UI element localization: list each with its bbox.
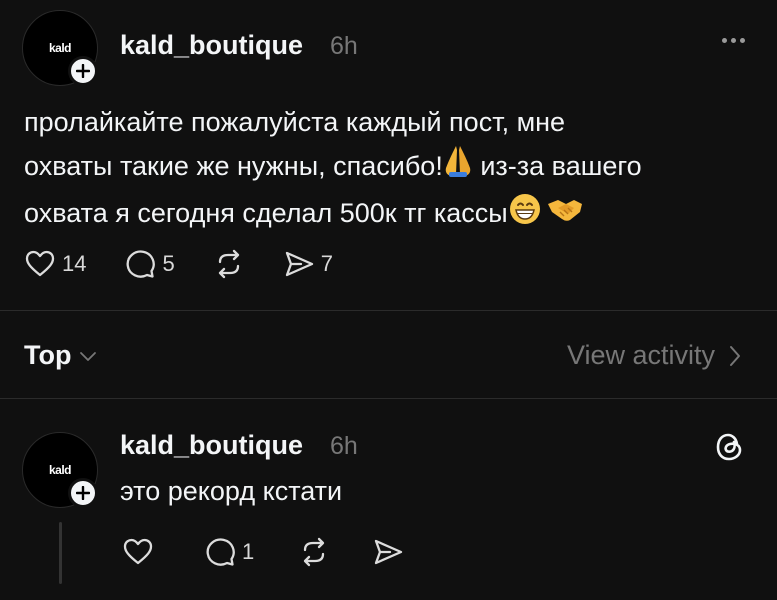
reply-time: 6h [330,432,358,460]
post-text: пролайкайте пожалуйста каждый пост, мне … [24,100,764,239]
divider [0,398,777,399]
share-button[interactable] [372,536,404,568]
share-button[interactable]: 7 [283,248,333,280]
sort-label: Top [24,340,72,370]
grin-emoji [508,192,542,239]
handshake-emoji [546,193,584,237]
avatar-text: kald [48,463,72,477]
sort-bar: Top View activity [0,310,777,398]
comment-count: 5 [162,251,175,276]
heart-icon [123,538,153,565]
follow-button[interactable] [68,56,98,86]
post-time: 6h [330,32,358,60]
view-activity-label: View activity [566,340,715,370]
comment-icon [206,538,235,566]
main-post: kald kald_boutique 6h пролайкайте пожалу… [0,0,777,310]
comment-button[interactable]: 1 [204,536,254,568]
pray-emoji [443,144,473,191]
sort-dropdown[interactable]: Top [24,340,97,371]
avatar-text: kald [48,41,72,55]
more-icon[interactable] [722,38,745,43]
share-icon [375,539,403,565]
view-activity-link[interactable]: View activity [567,340,741,371]
threads-logo-icon[interactable] [713,430,747,464]
post-text-segment: охвата я сегодня сделал 500к тг кассы [24,198,508,229]
post-text-line: охвата я сегодня сделал 500к тг кассы [24,191,764,238]
reply-text: это рекорд кстати [120,476,343,506]
like-count: 14 [62,251,87,276]
plus-icon [76,486,90,500]
thread-line [59,522,62,584]
repost-icon [304,537,325,567]
repost-button[interactable] [298,536,330,568]
comment-icon [127,250,156,278]
post-text-segment: охваты такие же нужны, спасибо! [24,151,443,181]
chevron-down-icon [80,351,97,361]
post-text-line: охваты такие же нужны, спасибо! из-за ва… [24,144,764,191]
repost-icon [218,249,239,279]
comment-count: 1 [242,539,255,564]
comment-button[interactable]: 5 [124,248,175,280]
share-icon [285,251,313,277]
post-text-segment: из-за вашего [472,151,642,181]
plus-icon [76,64,90,78]
share-count: 7 [320,251,333,276]
like-button[interactable]: 14 [24,248,86,280]
like-button[interactable] [122,536,154,568]
username[interactable]: kald_boutique [120,430,303,461]
chevron-right-icon [730,345,740,366]
repost-button[interactable] [213,248,245,280]
post-actions: 14 5 7 [24,248,371,280]
reply-actions: 1 [122,536,442,568]
follow-button[interactable] [68,478,98,508]
heart-icon [25,250,55,277]
post-text-line: пролайкайте пожалуйста каждый пост, мне [24,107,566,137]
username[interactable]: kald_boutique [120,30,303,61]
